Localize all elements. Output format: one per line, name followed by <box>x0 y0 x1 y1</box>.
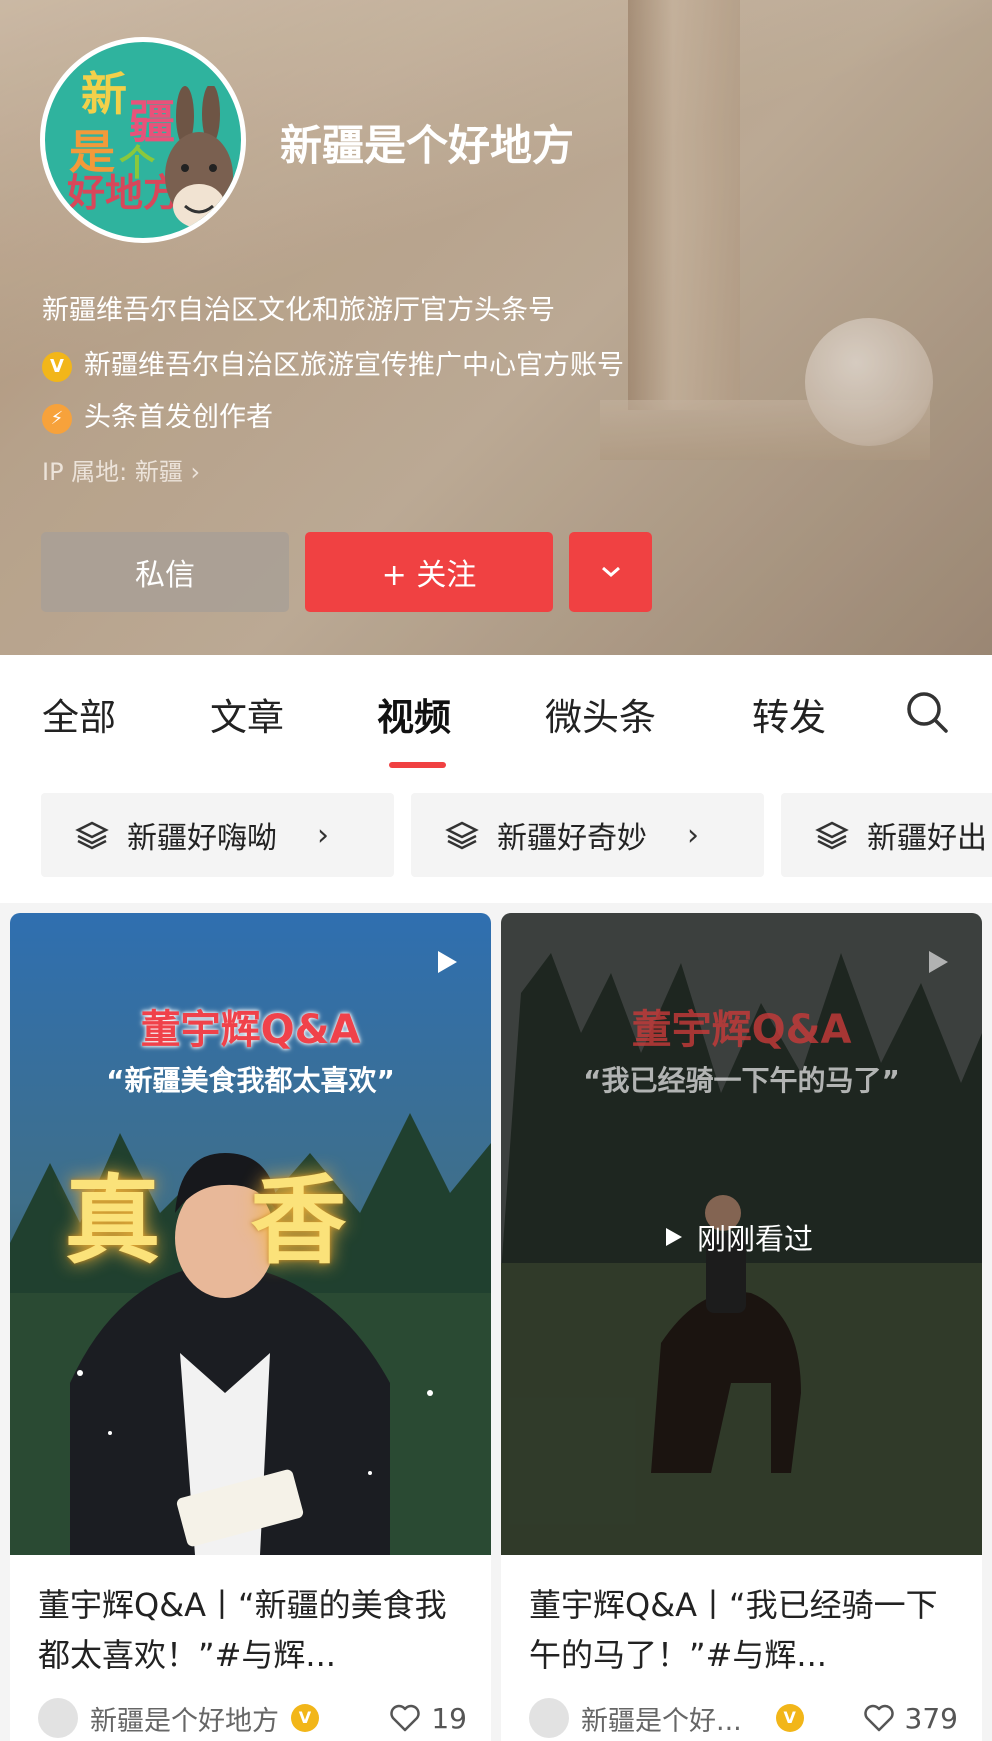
collection-chip[interactable]: 新疆好奇妙 › <box>411 793 764 877</box>
chevron-right-icon: › <box>190 458 201 486</box>
profile-name: 新疆是个好地方 <box>280 121 575 170</box>
ip-location-label: IP 属地: 新疆 <box>42 458 191 486</box>
layers-icon <box>445 821 479 850</box>
like-button[interactable]: 379 <box>863 1702 958 1735</box>
heart-icon <box>863 1704 894 1732</box>
lightning-icon: ⚡ <box>42 403 72 434</box>
verified-row: V 新疆维吾尔自治区旅游宣传推广中心官方账号 <box>42 343 624 382</box>
collection-chip[interactable]: 新疆好出 <box>781 793 992 877</box>
message-button[interactable]: 私信 <box>41 532 289 612</box>
like-count: 379 <box>904 1701 958 1735</box>
heart-icon <box>390 1704 421 1732</box>
video-title[interactable]: 董宇辉Q&A丨“新疆的美食我都太喜欢！”#与辉... <box>38 1580 468 1680</box>
chevron-right-icon: › <box>317 817 329 853</box>
donkey-icon <box>165 86 233 228</box>
layers-icon <box>815 821 849 850</box>
video-card[interactable]: 董宇辉Q&A “我已经骑一下午的马了” 刚刚看过 董宇辉Q&A丨“我已经骑一下午… <box>501 913 982 1741</box>
author-avatar[interactable] <box>529 1698 569 1738</box>
verified-label: 新疆维吾尔自治区旅游宣传推广中心官方账号 <box>84 350 624 381</box>
video-thumbnail[interactable]: 董宇辉Q&A “新疆美食我都太喜欢” 真香 <box>10 913 491 1555</box>
like-button[interactable]: 19 <box>389 1702 467 1735</box>
video-meta: 新疆是个好地方 V 19 <box>38 1698 467 1738</box>
follow-button-label: + 关注 <box>381 558 477 593</box>
more-options-button[interactable] <box>569 532 652 612</box>
tab-all[interactable]: 全部 <box>42 687 116 741</box>
layers-icon <box>75 821 109 850</box>
like-count: 19 <box>431 1701 467 1735</box>
tab-bar: 全部 文章 视频 微头条 转发 <box>0 655 992 765</box>
profile-avatar[interactable]: 新 疆 是 个 好地方 <box>40 37 246 243</box>
verified-v-icon: V <box>291 1704 319 1732</box>
overlay-quote: “新疆美食我都太喜欢” <box>106 1064 395 1097</box>
tab-reposts[interactable]: 转发 <box>752 687 826 741</box>
video-card[interactable]: 董宇辉Q&A “新疆美食我都太喜欢” 真香 董宇辉Q&A丨“新疆的美食我都太喜欢… <box>10 913 491 1741</box>
video-thumbnail[interactable]: 董宇辉Q&A “我已经骑一下午的马了” 刚刚看过 <box>501 913 982 1555</box>
search-icon[interactable] <box>905 690 949 734</box>
author-name[interactable]: 新疆是个好地方 <box>90 1699 279 1738</box>
author-avatar[interactable] <box>38 1698 78 1738</box>
author-name[interactable]: 新疆是个好... <box>581 1699 742 1738</box>
verified-v-icon: V <box>42 351 72 382</box>
message-button-label: 私信 <box>135 558 195 593</box>
collection-label: 新疆好嗨呦 <box>127 821 277 856</box>
active-tab-indicator <box>389 762 446 768</box>
tab-articles[interactable]: 文章 <box>210 687 284 741</box>
chevron-right-icon: › <box>687 817 699 853</box>
profile-description: 新疆维吾尔自治区文化和旅游厅官方头条号 <box>42 295 555 326</box>
play-icon <box>666 1228 682 1246</box>
creator-row: ⚡ 头条首发创作者 <box>42 395 273 434</box>
collection-label: 新疆好奇妙 <box>497 821 647 856</box>
follow-button[interactable]: + 关注 <box>305 532 553 612</box>
creator-label: 头条首发创作者 <box>84 402 273 433</box>
tab-micro-posts[interactable]: 微头条 <box>545 687 656 741</box>
video-meta: 新疆是个好... V 379 <box>529 1698 958 1738</box>
collection-label: 新疆好出 <box>867 821 987 856</box>
verified-v-icon: V <box>775 1704 804 1732</box>
overlay-title: 董宇辉Q&A <box>631 1007 852 1053</box>
ip-location-link[interactable]: IP 属地: 新疆 › <box>42 452 200 487</box>
watched-indicator: 刚刚看过 <box>661 1216 813 1258</box>
video-title[interactable]: 董宇辉Q&A丨“我已经骑一下午的马了！”#与辉... <box>529 1580 959 1680</box>
overlay-quote: “我已经骑一下午的马了” <box>583 1064 900 1097</box>
watched-label: 刚刚看过 <box>697 1222 814 1256</box>
chevron-down-icon <box>601 566 620 577</box>
tab-videos[interactable]: 视频 <box>377 687 451 741</box>
collection-chip[interactable]: 新疆好嗨呦 › <box>41 793 394 877</box>
overlay-big-text: 真香 <box>64 1165 437 1277</box>
avatar-text-1: 新 <box>81 67 127 121</box>
play-icon <box>929 951 948 973</box>
play-icon <box>438 951 457 973</box>
overlay-title: 董宇辉Q&A <box>140 1007 361 1053</box>
